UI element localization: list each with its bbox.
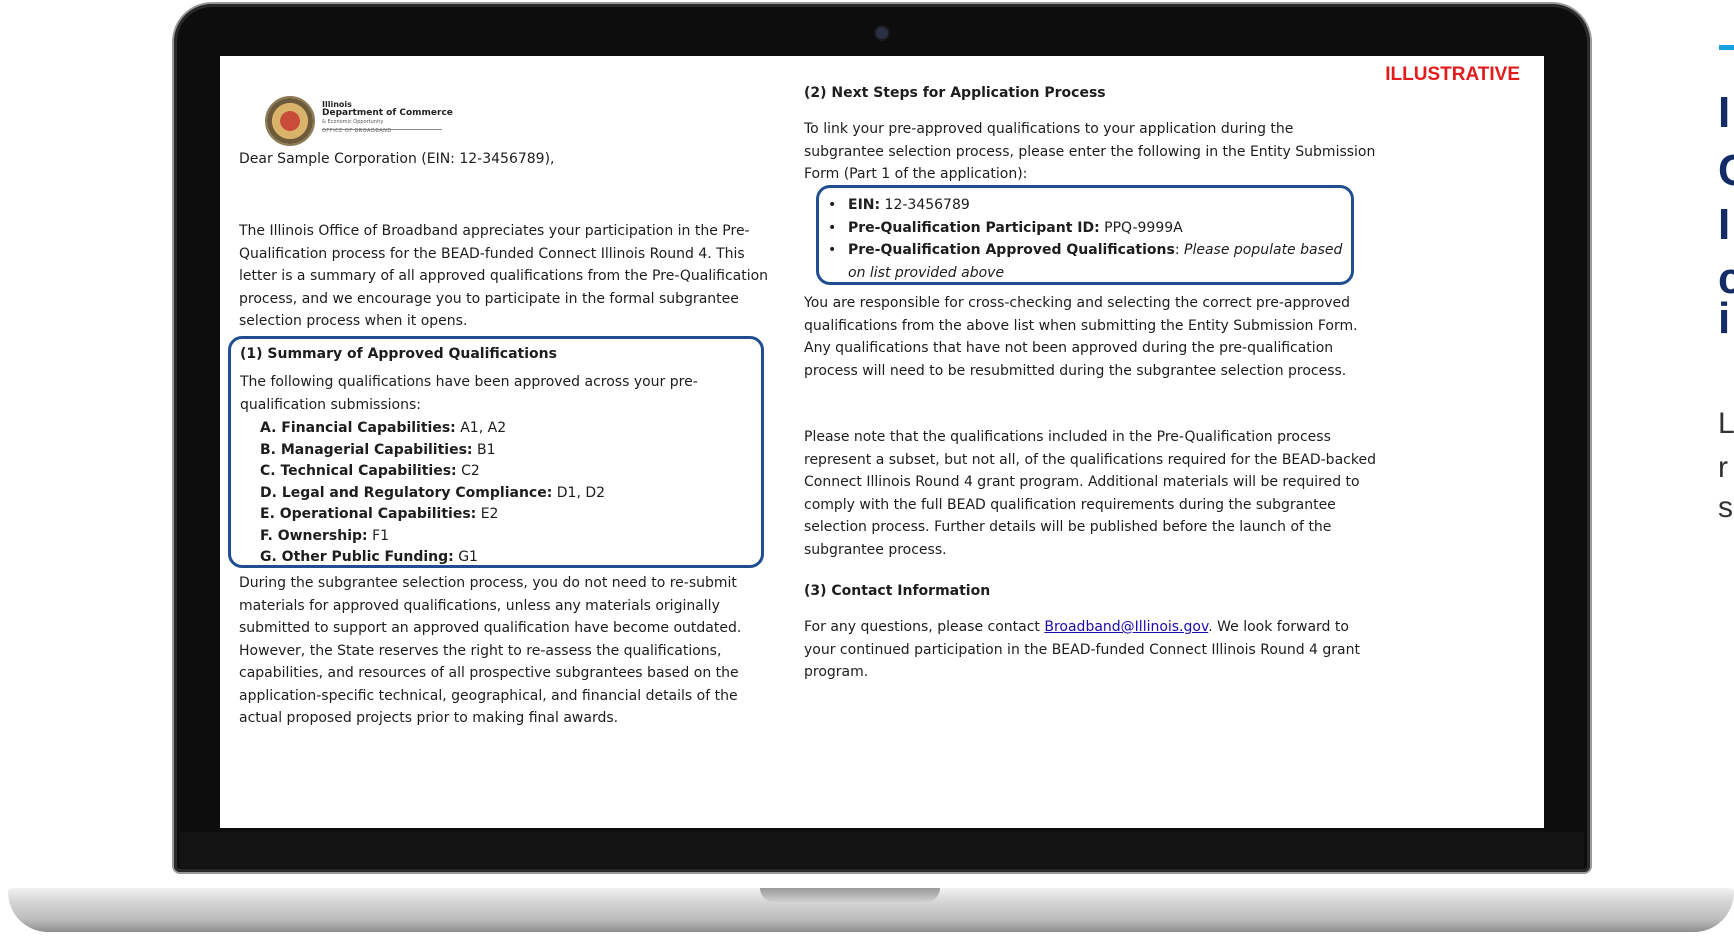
submission-fields-list: EIN: 12-3456789 Pre-Qualification Partic… [826,194,1344,284]
side-body-line: s [1718,491,1733,524]
letter-screen: ILLUSTRATIVE Illinois Department of Comm… [220,56,1544,828]
list-item: F. Ownership: F1 [260,527,390,544]
section1-lead: The following qualifications have been a… [240,374,698,413]
section2-lead: To link your pre-approved qualifications… [804,121,1376,182]
list-item-approved-qualifications: Pre-Qualification Approved Qualification… [826,239,1344,284]
contact-paragraph: For any questions, please contact Broadb… [804,619,1360,680]
list-item-ein: EIN: 12-3456789 [826,194,1344,217]
laptop-bezel-chin [180,832,1584,868]
section2-heading: (2) Next Steps for Application Process [804,85,1106,101]
logo-line-department: Department of Commerce [322,108,453,118]
section1-followup: During the subgrantee selection process,… [239,575,742,726]
side-heading-line: C [1718,146,1734,195]
department-logo-text: Illinois Department of Commerce & Econom… [322,100,453,136]
list-item: G. Other Public Funding: G1 [260,549,478,565]
webcam-icon [876,27,888,39]
side-body-line: L [1718,407,1734,440]
list-item-participant-id: Pre-Qualification Participant ID: PPQ-99… [826,217,1344,240]
section1-heading: (1) Summary of Approved Qualifications [240,346,557,362]
note-paragraph: Please note that the qualifications incl… [804,429,1376,558]
letter-greeting: Dear Sample Corporation (EIN: 12-3456789… [239,151,555,167]
side-heading-line: I [1718,200,1731,249]
list-item: C. Technical Capabilities: C2 [260,463,480,479]
contact-email-link[interactable]: Broadband@Illinois.gov [1044,619,1208,635]
illinois-seal-logo [265,96,315,146]
illustrative-watermark: ILLUSTRATIVE [1385,64,1520,85]
responsibility-paragraph: You are responsible for cross-checking a… [804,295,1358,379]
laptop-base-notch [760,888,940,902]
intro-paragraph: The Illinois Office of Broadband appreci… [239,223,769,329]
list-item: B. Managerial Capabilities: B1 [260,441,496,458]
logo-divider [322,129,442,130]
qualifications-list: A. Financial Capabilities: A1, A2 B. Man… [260,418,740,569]
list-item: E. Operational Capabilities: E2 [260,506,499,522]
logo-line-sub: & Economic Opportunity [322,119,384,125]
side-accent-bar [1719,45,1734,50]
section3-heading: (3) Contact Information [804,583,991,599]
list-item: D. Legal and Regulatory Compliance: D1, … [260,484,606,501]
list-item: A. Financial Capabilities: A1, A2 [260,420,507,436]
side-heading-line: I [1718,88,1731,137]
side-heading-line: i [1718,294,1731,343]
